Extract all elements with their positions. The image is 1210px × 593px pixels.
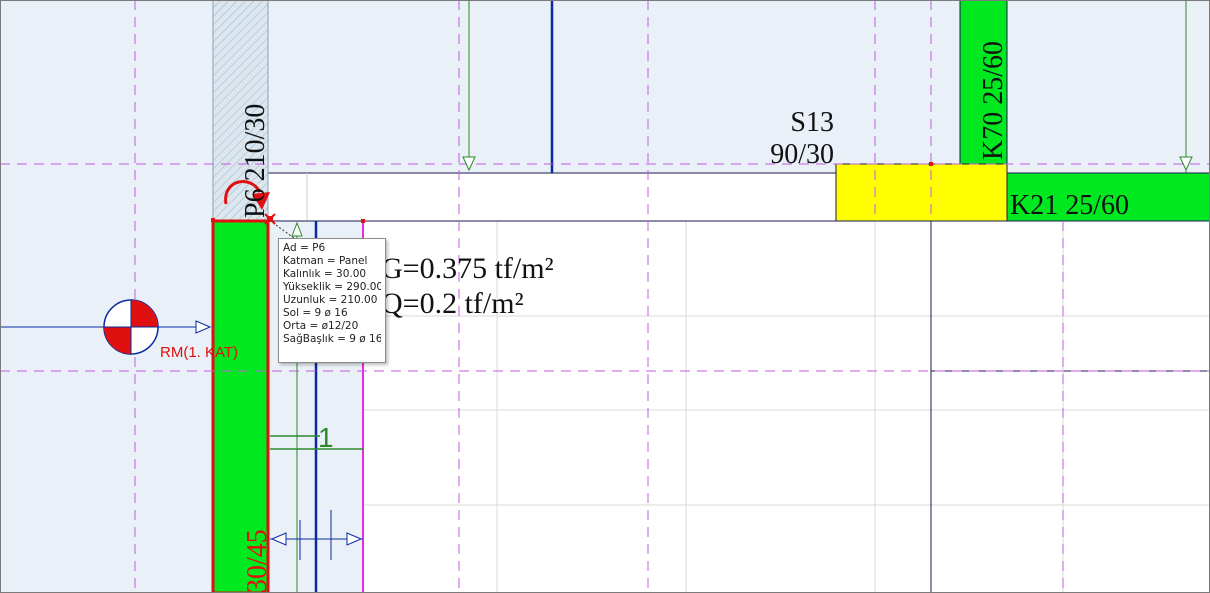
panel-p6-label: P6 210/30 xyxy=(240,104,271,218)
load-g-label: G=0.375 tf/m² xyxy=(381,252,554,285)
column-s13[interactable] xyxy=(835,163,1008,222)
tooltip-line: SağBaşlık = 9 ø 16 xyxy=(283,333,381,345)
column-s13-name: S13 xyxy=(790,107,834,138)
plan-drawing[interactable]: K70 25/60 K21 25/60 S13 90/30 P6 210/30 … xyxy=(0,0,1210,593)
column-s13-size: 90/30 xyxy=(770,139,834,170)
slab-region-top xyxy=(0,0,1210,173)
beam-band-white xyxy=(267,172,837,222)
vertex-marker xyxy=(211,218,215,222)
slab-region-left xyxy=(0,173,214,593)
beam-k70-label: K70 25/60 xyxy=(978,41,1009,160)
beam-k21-label: K21 25/60 xyxy=(1010,190,1129,221)
stair-number: 1 xyxy=(318,422,334,453)
vertex-marker xyxy=(929,162,933,166)
cad-canvas[interactable]: K70 25/60 K21 25/60 S13 90/30 P6 210/30 … xyxy=(0,0,1210,593)
vertex-marker xyxy=(361,219,365,223)
mass-center-icon xyxy=(103,299,159,355)
load-q-label: Q=0.2 tf/m² xyxy=(381,287,524,320)
rm-label: RM(1. KAT) xyxy=(160,344,238,361)
element-info-tooltip: Ad = P6 Katman = Panel Kalınlık = 30.00 … xyxy=(278,238,386,363)
bottom-vertical-label: 30/45 xyxy=(242,529,273,593)
